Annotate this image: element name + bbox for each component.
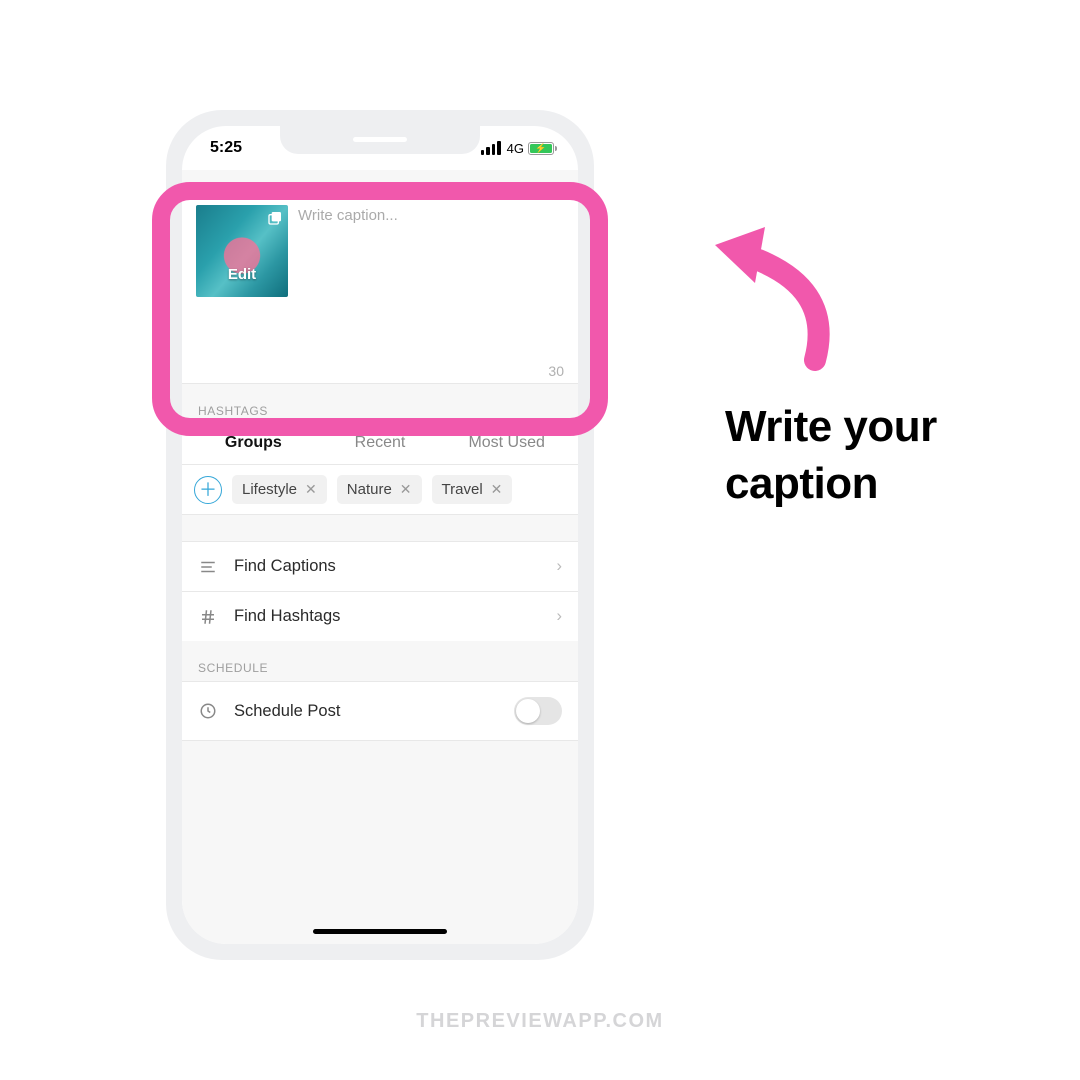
annotation-line: Write your (725, 398, 937, 455)
hashtag-chip[interactable]: Lifestyle ✕ (232, 475, 327, 504)
add-hashtag-button[interactable]: ＋ (194, 476, 222, 504)
hashtags-section-label: HASHTAGS (182, 384, 578, 424)
hashtag-chip-label: Lifestyle (242, 481, 297, 498)
find-hashtags-row[interactable]: Find Hashtags › (182, 591, 578, 641)
close-icon[interactable]: ✕ (400, 481, 412, 498)
battery-icon: ⚡ (528, 142, 554, 155)
annotation-line: caption (725, 455, 937, 512)
carousel-icon (267, 210, 283, 226)
status-time: 5:25 (210, 139, 242, 157)
phone-frame: 5:25 4G ⚡ Edit 30 HASHTAGS Groups (166, 110, 594, 960)
row-label: Find Hashtags (234, 607, 340, 626)
schedule-section-label: SCHEDULE (182, 641, 578, 681)
caption-input[interactable] (298, 205, 564, 361)
post-thumbnail[interactable]: Edit (196, 205, 288, 297)
thumbnail-edit-label: Edit (228, 266, 256, 283)
hashtag-chip-row: ＋ Lifestyle ✕ Nature ✕ Travel ✕ (182, 465, 578, 515)
chevron-right-icon: › (557, 607, 563, 626)
phone-notch (280, 126, 480, 154)
chevron-right-icon: › (557, 557, 563, 576)
footer-watermark: THEPREVIEWAPP.COM (0, 1010, 1080, 1033)
hashtag-tabs: Groups Recent Most Used (182, 424, 578, 465)
hashtag-chip-label: Travel (442, 481, 483, 498)
close-icon[interactable]: ✕ (491, 481, 503, 498)
phone-screen: 5:25 4G ⚡ Edit 30 HASHTAGS Groups (182, 126, 578, 944)
hashtag-chip[interactable]: Nature ✕ (337, 475, 422, 504)
network-label: 4G (507, 141, 524, 156)
tab-groups[interactable]: Groups (190, 424, 317, 464)
schedule-post-row: Schedule Post (182, 681, 578, 741)
home-indicator (313, 929, 447, 934)
caption-char-count: 30 (548, 363, 564, 379)
lines-icon (198, 558, 218, 576)
tab-recent[interactable]: Recent (317, 424, 444, 464)
hashtag-chip[interactable]: Travel ✕ (432, 475, 513, 504)
signal-icon (481, 141, 501, 155)
clock-icon (198, 702, 218, 720)
close-icon[interactable]: ✕ (305, 481, 317, 498)
hash-icon (198, 608, 218, 626)
schedule-toggle[interactable] (514, 697, 562, 725)
caption-card: Edit 30 (182, 194, 578, 384)
find-captions-row[interactable]: Find Captions › (182, 541, 578, 591)
row-label: Find Captions (234, 557, 336, 576)
row-label: Schedule Post (234, 702, 340, 721)
annotation-text: Write your caption (725, 398, 937, 512)
annotation-arrow (695, 215, 865, 390)
tab-most-used[interactable]: Most Used (443, 424, 570, 464)
hashtag-chip-label: Nature (347, 481, 392, 498)
